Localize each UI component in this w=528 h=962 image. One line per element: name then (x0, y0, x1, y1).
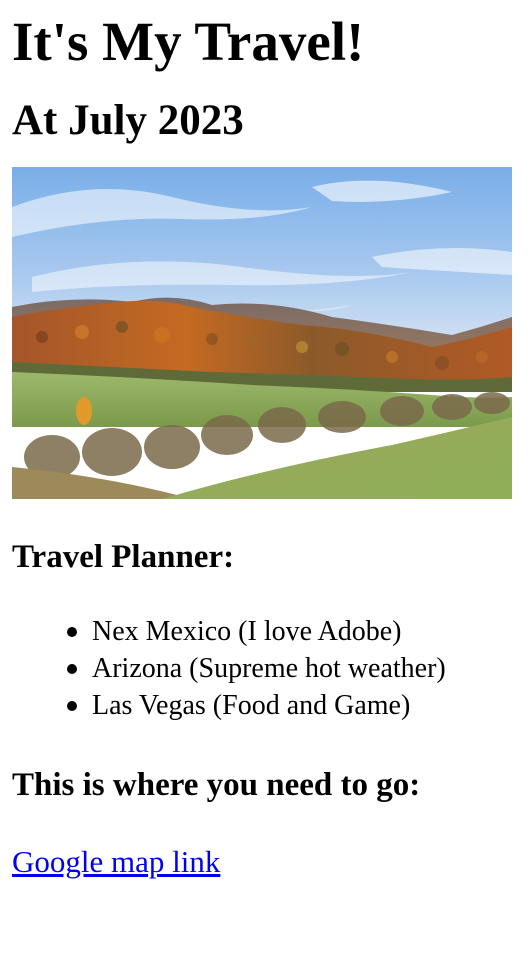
list-item-label: Nex Mexico (I love Adobe) (92, 616, 402, 647)
list-item: Nex Mexico (I love Adobe) (67, 613, 516, 650)
bullet-icon (67, 664, 77, 674)
list-item-label: Arizona (Supreme hot weather) (92, 653, 446, 684)
directions-heading: This is where you need to go: (12, 767, 421, 803)
planner-heading: Travel Planner: (12, 539, 235, 575)
page-subtitle: At July 2023 (12, 97, 244, 144)
page-title: It's My Travel! (12, 11, 365, 72)
list-item-label: Las Vegas (Food and Game) (92, 690, 411, 721)
list-item: Arizona (Supreme hot weather) (67, 650, 516, 687)
list-item: Las Vegas (Food and Game) (67, 687, 516, 724)
google-map-link[interactable]: Google map link (12, 843, 220, 881)
page: It's My Travel! At July 2023 Travel Plan… (0, 10, 528, 881)
landscape-photo (12, 167, 512, 499)
bullet-icon (67, 701, 77, 711)
planner-list: Nex Mexico (I love Adobe) Arizona (Supre… (12, 613, 516, 724)
bullet-icon (67, 627, 77, 637)
